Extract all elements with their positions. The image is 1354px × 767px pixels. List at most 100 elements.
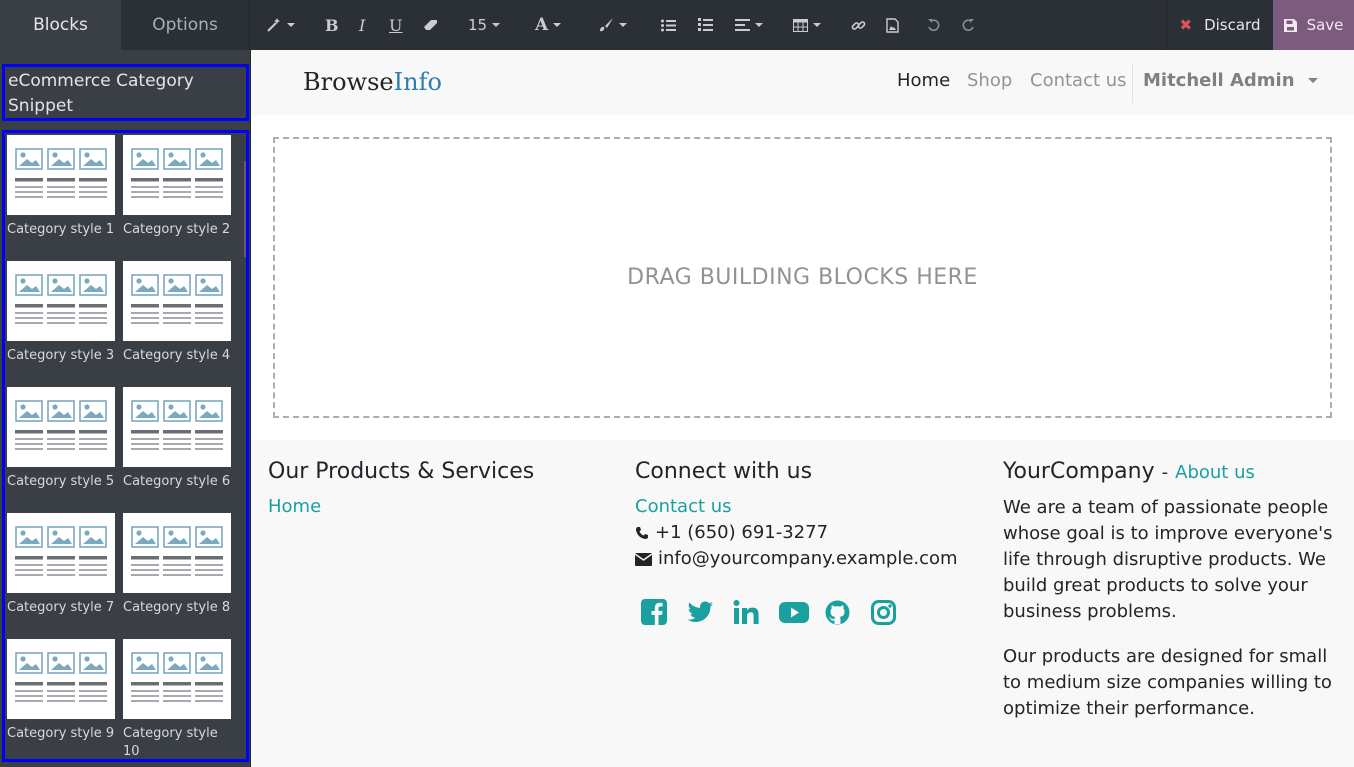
chevron-down-icon xyxy=(813,23,821,27)
save-button[interactable]: Save xyxy=(1273,0,1354,50)
title-separator: - xyxy=(1161,462,1169,483)
snippet-label: Category style 6 xyxy=(123,474,231,489)
snippet-label: Category style 4 xyxy=(123,348,231,363)
image-button[interactable] xyxy=(886,0,899,50)
github-link[interactable] xyxy=(819,596,865,628)
phone-icon xyxy=(636,527,648,539)
phone-number: +1 (650) 691-3277 xyxy=(655,522,829,543)
font-color-dropdown[interactable]: A xyxy=(535,0,562,50)
category-layout-icon xyxy=(15,526,107,576)
email-address: info@yourcompany.example.com xyxy=(658,548,958,569)
snippet-thumbnail xyxy=(7,135,115,215)
snippet-category-style-6[interactable]: Category style 6 xyxy=(123,387,231,513)
about-paragraph-1: We are a team of passionate people whose… xyxy=(1003,497,1333,622)
snippet-label: Category style 8 xyxy=(123,600,231,615)
logo-text: Browse xyxy=(303,68,394,96)
instagram-link[interactable] xyxy=(865,596,911,628)
italic-button[interactable]: I xyxy=(359,0,365,50)
drop-zone[interactable]: DRAG BUILDING BLOCKS HERE xyxy=(273,137,1332,418)
nav-shop[interactable]: Shop xyxy=(967,70,1012,91)
snippet-thumbnail xyxy=(7,387,115,467)
linkedin-link[interactable] xyxy=(727,596,773,628)
eraser-button[interactable] xyxy=(423,0,440,50)
snippet-category-style-10[interactable]: Category style 10 xyxy=(123,639,231,759)
user-menu[interactable]: Mitchell Admin xyxy=(1143,70,1318,91)
redo-button[interactable] xyxy=(961,0,975,50)
footer-link-about[interactable]: About us xyxy=(1175,462,1255,483)
close-icon: ✖ xyxy=(1179,16,1193,34)
nav-home[interactable]: Home xyxy=(897,70,950,91)
tab-options[interactable]: Options xyxy=(121,0,250,50)
numbered-list-button[interactable] xyxy=(698,0,713,50)
brush-icon xyxy=(600,18,613,32)
footer-link-contact[interactable]: Contact us xyxy=(635,494,975,520)
snippet-category-style-8[interactable]: Category style 8 xyxy=(123,513,231,639)
editor-toolbar: Blocks Options B I U 15 A ✖ Discard Save xyxy=(0,0,1354,50)
site-logo[interactable]: BrowseInfo xyxy=(303,68,442,96)
undo-button[interactable] xyxy=(927,0,941,50)
category-layout-icon xyxy=(131,400,223,450)
table-dropdown[interactable] xyxy=(793,0,821,50)
footer-link-home[interactable]: Home xyxy=(268,494,608,520)
user-name: Mitchell Admin xyxy=(1143,70,1295,91)
youtube-link[interactable] xyxy=(773,596,819,628)
chevron-down-icon xyxy=(492,23,501,27)
category-layout-icon xyxy=(15,148,107,198)
chevron-down-icon xyxy=(553,23,562,27)
snippet-label: Category style 10 xyxy=(123,726,218,759)
bullet-list-button[interactable] xyxy=(661,0,676,50)
linkedin-icon xyxy=(733,600,759,624)
snippet-thumbnail xyxy=(123,261,231,341)
italic-icon: I xyxy=(359,15,366,35)
category-layout-icon xyxy=(15,274,107,324)
facebook-link[interactable] xyxy=(635,596,681,628)
scrollbar[interactable] xyxy=(244,161,246,257)
category-layout-icon xyxy=(131,652,223,702)
website-preview: BrowseInfo Home Shop Contact us Mitchell… xyxy=(251,50,1354,767)
snippet-thumbnail xyxy=(123,639,231,719)
snippet-label: Category style 2 xyxy=(123,222,231,237)
twitter-link[interactable] xyxy=(681,596,727,628)
align-dropdown[interactable] xyxy=(735,0,763,50)
snippet-category-style-9[interactable]: Category style 9 xyxy=(7,639,115,759)
about-paragraph-2: Our products are designed for small to m… xyxy=(1003,646,1332,719)
tab-blocks[interactable]: Blocks xyxy=(0,0,121,50)
nav-contact-us[interactable]: Contact us xyxy=(1030,70,1127,91)
snippet-label: Category style 7 xyxy=(7,600,115,615)
social-links xyxy=(635,596,975,628)
bold-icon: B xyxy=(325,15,339,35)
snippet-category-style-5[interactable]: Category style 5 xyxy=(7,387,115,513)
snippet-category-style-4[interactable]: Category style 4 xyxy=(123,261,231,387)
font-size-value: 15 xyxy=(468,16,488,34)
snippet-thumbnail xyxy=(7,513,115,593)
snippet-thumbnail xyxy=(7,261,115,341)
magic-wand-button[interactable] xyxy=(266,0,295,50)
table-icon xyxy=(793,18,808,32)
snippet-category-title[interactable]: eCommerce Category Snippet xyxy=(2,64,249,121)
font-size-dropdown[interactable]: 15 xyxy=(468,0,501,50)
magic-wand-icon xyxy=(267,18,280,32)
snippet-label: Category style 5 xyxy=(7,474,115,489)
snippet-category-style-7[interactable]: Category style 7 xyxy=(7,513,115,639)
logo-text-accent: Info xyxy=(393,68,442,96)
image-icon xyxy=(886,17,899,33)
chevron-down-icon xyxy=(755,23,763,27)
chevron-down-icon xyxy=(1307,78,1318,83)
save-label: Save xyxy=(1306,16,1344,34)
snippet-category-style-1[interactable]: Category style 1 xyxy=(7,135,115,261)
underline-button[interactable]: U xyxy=(389,0,402,50)
snippet-category-style-3[interactable]: Category style 3 xyxy=(7,261,115,387)
facebook-icon xyxy=(641,599,667,625)
bullet-list-icon xyxy=(661,19,676,31)
snippet-category-style-2[interactable]: Category style 2 xyxy=(123,135,231,261)
link-button[interactable] xyxy=(851,0,866,50)
site-footer: Our Products & Services Home Connect wit… xyxy=(251,440,1354,767)
numbered-list-icon xyxy=(698,18,713,31)
discard-button[interactable]: ✖ Discard xyxy=(1166,0,1273,50)
floppy-disk-icon xyxy=(1283,18,1297,32)
footer-products-column: Our Products & Services Home xyxy=(268,458,608,520)
company-name: YourCompany xyxy=(1003,459,1155,484)
bold-button[interactable]: B xyxy=(325,0,339,50)
footer-email: info@yourcompany.example.com xyxy=(635,546,975,572)
background-color-dropdown[interactable] xyxy=(598,0,627,50)
